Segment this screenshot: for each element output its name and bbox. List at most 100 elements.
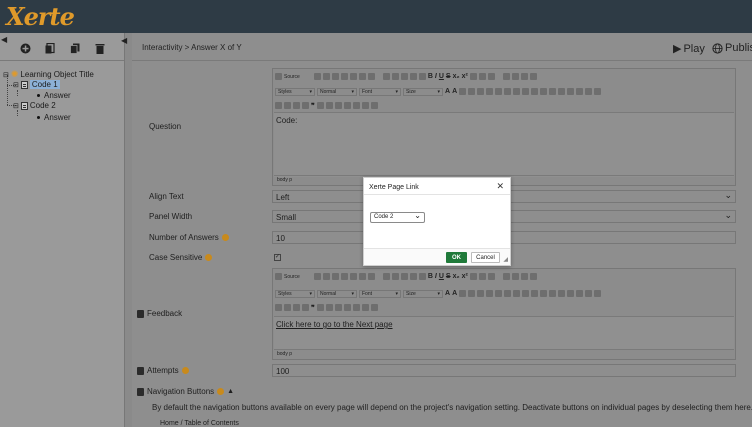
indent-icon[interactable] [302, 304, 309, 311]
publish-button[interactable]: Publis [712, 42, 752, 54]
close-icon[interactable]: ✕ [496, 181, 504, 192]
align-left-icon[interactable] [316, 304, 324, 311]
ltr-icon[interactable] [352, 102, 360, 109]
underline-icon[interactable]: U [439, 73, 444, 80]
blocks-icon[interactable] [468, 88, 476, 95]
expand-arrow-icon[interactable]: ◀ [121, 36, 127, 45]
info-icon[interactable] [217, 388, 225, 395]
flash-icon[interactable] [495, 88, 503, 95]
tree-page-code-2[interactable]: ⊟ Code 2 [13, 101, 56, 110]
cut-icon[interactable] [313, 273, 321, 280]
table-icon[interactable] [504, 88, 512, 95]
sigma-icon[interactable] [513, 88, 521, 95]
redo-icon[interactable] [391, 273, 399, 280]
underline-icon[interactable]: U [439, 273, 444, 280]
timer-icon[interactable] [549, 88, 557, 95]
flash-icon[interactable] [495, 290, 503, 297]
iframe-icon[interactable] [585, 290, 593, 297]
redo-icon[interactable] [391, 73, 399, 80]
case-sensitive-checkbox[interactable]: ✓ [274, 254, 281, 261]
size-combo[interactable]: Size ▾ [403, 87, 443, 96]
unlink-icon[interactable] [511, 73, 519, 80]
collapse-arrow-icon[interactable]: ◀ [1, 35, 7, 44]
link-icon[interactable] [502, 73, 510, 80]
clear-format-icon[interactable] [487, 273, 495, 280]
delete-icon[interactable] [137, 309, 144, 318]
bold-icon[interactable]: B [428, 273, 433, 280]
media-icon[interactable] [522, 88, 530, 95]
ok-button[interactable]: OK [446, 252, 467, 263]
undo-icon[interactable] [382, 273, 390, 280]
copy-icon[interactable] [322, 73, 330, 80]
tree-toggle-icon[interactable]: ⊟ [13, 81, 19, 89]
outdent-icon[interactable] [293, 102, 300, 109]
audio-icon[interactable] [531, 88, 539, 95]
omega-icon[interactable] [576, 290, 584, 297]
question-content[interactable]: Code: [274, 112, 734, 177]
indent-icon[interactable] [302, 102, 309, 109]
audio-icon[interactable] [531, 290, 539, 297]
tick-icon[interactable] [478, 273, 486, 280]
delete-icon[interactable] [137, 366, 144, 375]
styles-combo[interactable]: Styles ▾ [275, 87, 315, 96]
styles-combo[interactable]: Styles ▾ [275, 289, 315, 298]
align-right-icon[interactable] [334, 102, 342, 109]
video-icon[interactable] [540, 88, 548, 95]
align-center-icon[interactable] [325, 102, 333, 109]
clear-format-icon[interactable] [487, 73, 495, 80]
subscript-icon[interactable]: x₂ [453, 73, 460, 80]
feedback-link-text[interactable]: Click here to go to the Next page [276, 320, 393, 329]
emoji-icon[interactable] [594, 88, 602, 95]
superscript-icon[interactable]: x² [462, 273, 468, 280]
timer-icon[interactable] [549, 290, 557, 297]
find-icon[interactable] [409, 273, 417, 280]
bg-color-icon[interactable]: A [452, 290, 457, 297]
size-combo[interactable]: Size ▾ [403, 289, 443, 298]
page-select[interactable]: Code 2 [370, 211, 425, 223]
tree-item-answer[interactable]: Answer [37, 113, 71, 122]
cut-icon[interactable] [313, 73, 321, 80]
format-icon[interactable] [469, 73, 477, 80]
numbered-list-icon[interactable] [275, 304, 282, 311]
paste-icon[interactable] [331, 73, 339, 80]
subscript-icon[interactable]: x₂ [453, 273, 460, 280]
ltr-icon[interactable] [352, 304, 360, 311]
copy-icon[interactable] [322, 273, 330, 280]
spellcheck-icon[interactable] [400, 273, 408, 280]
tree-item-answer[interactable]: Answer [37, 91, 71, 100]
play-button[interactable]: ▶ Play [673, 42, 705, 56]
iframe-icon[interactable] [585, 88, 593, 95]
undo-icon[interactable] [382, 73, 390, 80]
paste-icon[interactable] [331, 273, 339, 280]
paste-icon[interactable] [358, 73, 366, 80]
text-color-icon[interactable]: A [445, 290, 450, 297]
image-icon[interactable] [486, 88, 494, 95]
bold-icon[interactable]: B [428, 73, 433, 80]
bg-color-icon[interactable]: A [452, 88, 457, 95]
source-button[interactable]: Source [284, 74, 300, 80]
paste-text-icon[interactable] [340, 73, 348, 80]
rtl-icon[interactable] [361, 102, 369, 109]
video-icon[interactable] [540, 290, 548, 297]
bullet-list-icon[interactable] [284, 304, 291, 311]
info-icon[interactable] [181, 367, 189, 374]
format-combo[interactable]: Normal ▾ [317, 87, 357, 96]
numbered-list-icon[interactable] [275, 102, 282, 109]
tree-page-code-1[interactable]: ⊟ Code 1 [13, 80, 60, 89]
source-button[interactable]: Source [284, 274, 300, 280]
align-right-icon[interactable] [334, 304, 342, 311]
grid-icon[interactable] [558, 290, 566, 297]
sigma-icon[interactable] [513, 290, 521, 297]
about-icon[interactable] [477, 88, 485, 95]
strike-icon[interactable]: S [446, 73, 451, 80]
media-icon[interactable] [522, 290, 530, 297]
tree-root[interactable]: ⊟ ✺ Learning Object Title [3, 69, 94, 80]
italic-icon[interactable]: I [435, 73, 437, 80]
delete-icon[interactable] [137, 387, 144, 396]
anchor-icon[interactable] [520, 73, 528, 80]
bullet-list-icon[interactable] [284, 102, 291, 109]
emoji-icon[interactable] [594, 290, 602, 297]
unlink-icon[interactable] [511, 273, 519, 280]
align-center-icon[interactable] [325, 304, 333, 311]
align-justify-icon[interactable] [343, 102, 351, 109]
